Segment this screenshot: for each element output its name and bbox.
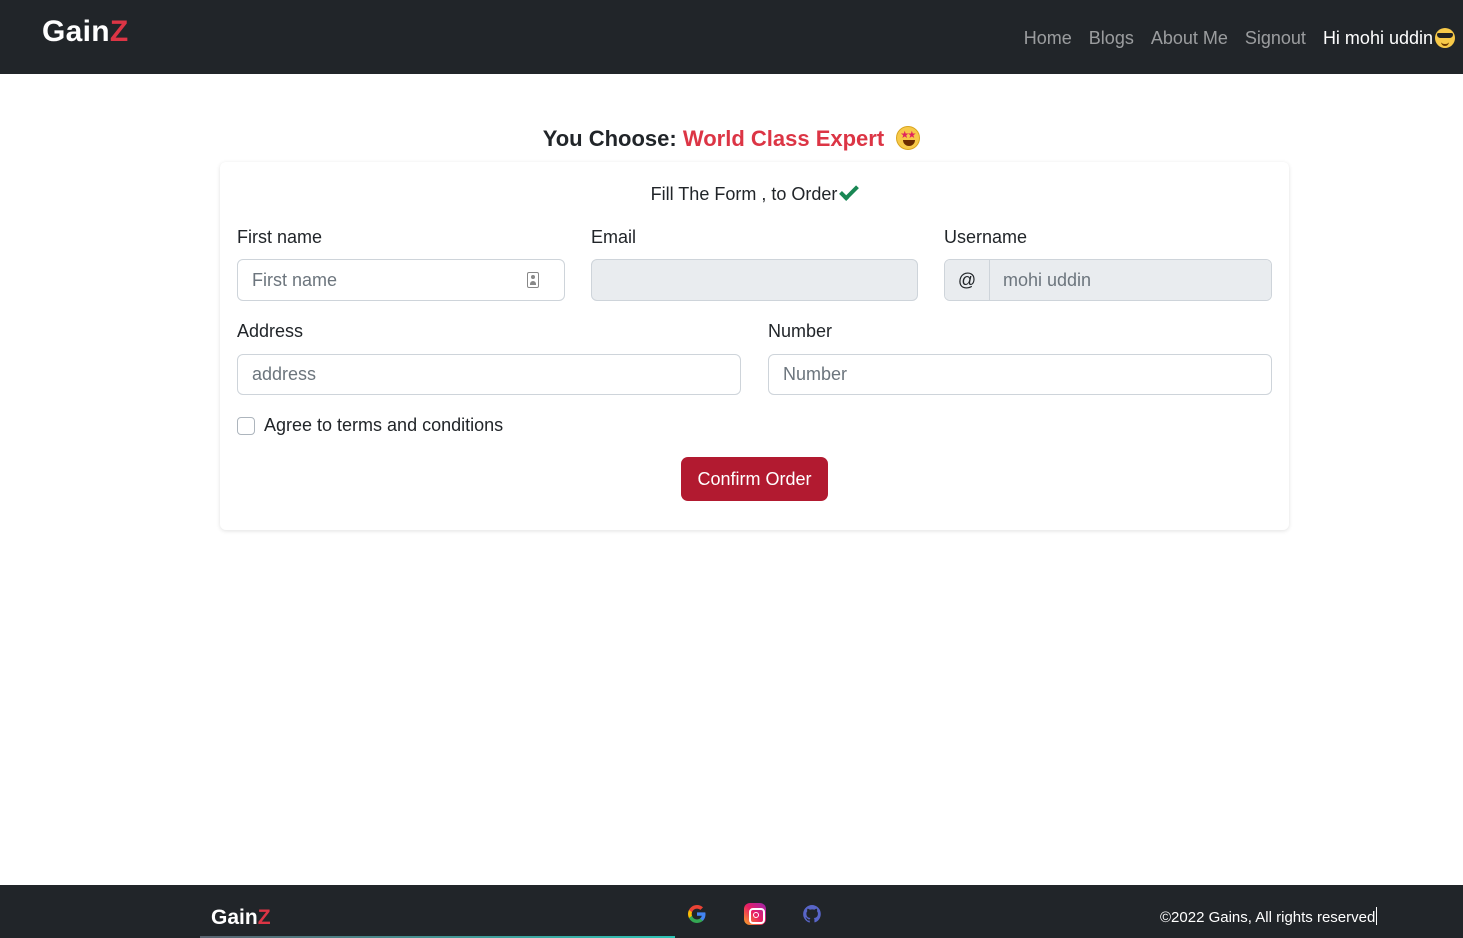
instagram-icon[interactable] [744, 903, 766, 925]
star-struck-face-icon: ★ ★ [896, 126, 921, 150]
brand-logo[interactable]: GainZ [42, 15, 129, 49]
first-name-input[interactable] [237, 259, 565, 301]
chosen-package-heading: You Choose: World Class Expert ★ ★ [0, 126, 1463, 152]
brand-logo-main: Gain [42, 15, 110, 48]
username-input-group: @ [944, 259, 1272, 301]
user-greeting: Hi mohi uddin [1323, 28, 1455, 49]
chosen-package-prefix: You Choose: [542, 126, 677, 151]
address-label: Address [237, 321, 304, 341]
footer: GainZ ©2022 Gains, All rights reserved [0, 885, 1463, 938]
form-subtitle-text: Fill The Form , to Order [650, 184, 838, 204]
username-at-prefix: @ [945, 260, 990, 300]
number-label: Number [768, 321, 833, 341]
email-input[interactable] [591, 259, 918, 301]
nav-blogs-link[interactable]: Blogs [1089, 28, 1134, 49]
copyright-label: ©2022 Gains, All rights reserved [1160, 909, 1376, 926]
terms-label[interactable]: Agree to terms and conditions [264, 415, 503, 436]
email-label: Email [591, 227, 637, 247]
brand-logo-accent: Z [109, 15, 129, 48]
number-input[interactable] [768, 354, 1272, 395]
chosen-package-name: World Class Expert [682, 126, 885, 151]
nav-home-link[interactable]: Home [1024, 28, 1072, 49]
order-form-card: Fill The Form , to Order First name Emai… [220, 162, 1289, 530]
nav-links: Home Blogs About Me Signout Hi mohi uddi… [1007, 26, 1455, 50]
text-cursor [1376, 907, 1378, 925]
address-input[interactable] [237, 354, 741, 395]
copyright-text: ©2022 Gains, All rights reserved [1160, 907, 1378, 926]
confirm-order-button[interactable]: Confirm Order [681, 457, 828, 501]
check-mark-icon [839, 181, 860, 201]
username-input[interactable] [990, 260, 1271, 300]
username-label: Username [944, 227, 1028, 247]
navbar: GainZ Home Blogs About Me Signout Hi moh… [0, 0, 1463, 74]
footer-brand-logo[interactable]: GainZ [211, 906, 271, 930]
nav-signout-link[interactable]: Signout [1245, 28, 1306, 49]
footer-brand-main: Gain [211, 906, 258, 929]
nav-about-me-link[interactable]: About Me [1151, 28, 1228, 49]
first-name-label: First name [237, 227, 323, 247]
terms-checkbox[interactable] [237, 417, 255, 435]
google-icon[interactable] [686, 903, 708, 925]
sunglasses-face-icon [1435, 28, 1455, 48]
form-subtitle: Fill The Form , to Order [220, 181, 1289, 205]
contact-card-icon [527, 272, 539, 288]
user-greeting-text: Hi mohi uddin [1322, 27, 1433, 48]
footer-brand-accent: Z [257, 906, 271, 929]
github-icon[interactable] [801, 903, 823, 925]
